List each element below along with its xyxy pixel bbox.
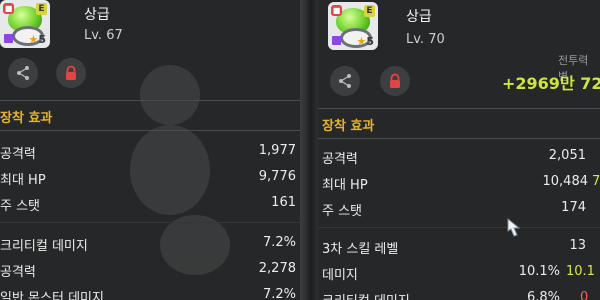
- item-level: Lv. 70: [406, 32, 445, 47]
- stat-label: 일반 몬스터 데미지: [0, 291, 104, 300]
- lock-icon: ■: [3, 3, 14, 14]
- divider: [318, 108, 600, 109]
- item-grade: 상급: [406, 9, 432, 25]
- stat-label: 크리티컬 데미지: [322, 290, 410, 300]
- divider: [0, 130, 300, 131]
- power-change-value: +2969만 72: [502, 74, 600, 93]
- divider: [318, 138, 600, 139]
- stat-value: 7.2%: [262, 235, 296, 250]
- stat-value: 10.1%: [518, 264, 560, 279]
- divider: [318, 227, 600, 228]
- share-icon: [17, 66, 29, 80]
- stat-value: 7.2%: [262, 287, 296, 300]
- stat-value: 13: [569, 238, 586, 253]
- section-title: 장착 효과: [322, 119, 375, 134]
- divider: [0, 100, 300, 101]
- equipped-badge: E: [36, 3, 47, 15]
- stat-label: 주 스탯: [322, 204, 363, 219]
- stat-value: 10,484: [542, 174, 589, 189]
- right-item-panel: ■ E ★5 상급 Lv. 70 전투력 변 +2969만 72 장착 효과 공…: [318, 0, 600, 300]
- pointer-hand-icon: [507, 217, 521, 237]
- stat-bonus: 7: [592, 174, 600, 189]
- stat-label: 3차 스킬 레벨: [322, 242, 399, 257]
- lock-button[interactable]: [56, 58, 86, 88]
- stat-value: 174: [561, 200, 586, 215]
- grade-marker-icon: [4, 34, 13, 43]
- stat-value: 2,278: [258, 261, 296, 276]
- stat-label: 공격력: [0, 265, 36, 280]
- share-button[interactable]: [8, 58, 38, 88]
- grade-marker-icon: [332, 36, 341, 45]
- star-count: ★5: [28, 33, 46, 46]
- background-character-art: [120, 55, 260, 300]
- lock-icon: ■: [331, 5, 342, 16]
- stat-label: 최대 HP: [0, 173, 46, 188]
- stat-label: 공격력: [0, 147, 36, 162]
- item-level: Lv. 67: [84, 28, 123, 43]
- stat-bonus: 10.1: [566, 264, 595, 279]
- stat-value: 1,977: [258, 143, 296, 158]
- panel-separator: [300, 0, 318, 300]
- stat-label: 주 스탯: [0, 199, 41, 214]
- left-item-panel: ■ E ★5 상급 Lv. 67 장착 효과 공격력 1,977 최대 HP 9…: [0, 0, 300, 300]
- lock-icon: [390, 73, 400, 88]
- item-thumbnail[interactable]: ■ E ★5: [0, 0, 50, 48]
- lock-button[interactable]: [380, 66, 410, 96]
- stat-value: 6.8%: [526, 290, 560, 300]
- stat-label: 공격력: [322, 152, 358, 167]
- stat-label: 데미지: [322, 268, 358, 283]
- share-button[interactable]: [330, 66, 360, 96]
- stat-bonus: 0: [580, 290, 589, 300]
- lock-icon: [66, 65, 76, 80]
- stat-value: 9,776: [258, 169, 296, 184]
- stat-value: 161: [271, 195, 296, 210]
- divider: [0, 222, 300, 223]
- stat-label: 크리티컬 데미지: [0, 239, 88, 254]
- stat-value: 2,051: [548, 148, 586, 163]
- star-icon: ★: [28, 33, 39, 46]
- section-title: 장착 효과: [0, 111, 53, 126]
- item-thumbnail[interactable]: ■ E ★5: [328, 2, 378, 50]
- equipped-badge: E: [364, 5, 375, 17]
- star-count: ★5: [356, 35, 374, 48]
- stat-label: 최대 HP: [322, 178, 368, 193]
- item-grade: 상급: [84, 7, 110, 23]
- share-icon: [339, 74, 351, 88]
- star-icon: ★: [356, 35, 367, 48]
